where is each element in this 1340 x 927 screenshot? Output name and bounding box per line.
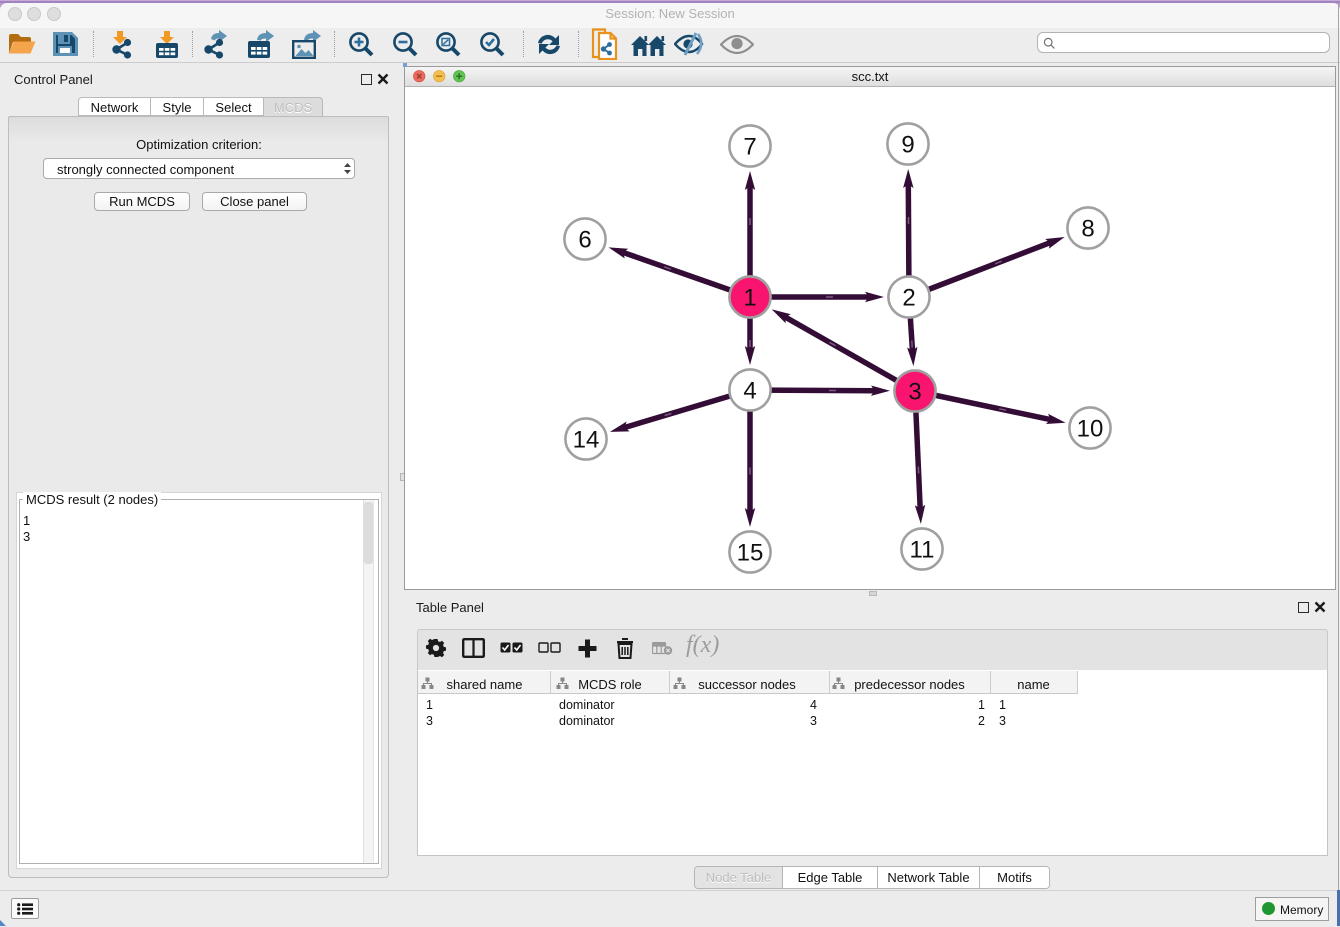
svg-text:14: 14 <box>573 427 600 454</box>
svg-text:8: 8 <box>1081 216 1094 243</box>
svg-text:4: 4 <box>743 378 756 405</box>
svg-text:2: 2 <box>902 285 915 312</box>
svg-text:6: 6 <box>578 227 591 254</box>
svg-text:15: 15 <box>737 540 764 567</box>
svg-text:1: 1 <box>743 285 756 312</box>
svg-text:11: 11 <box>910 537 935 564</box>
svg-text:9: 9 <box>901 132 914 159</box>
svg-text:7: 7 <box>743 134 756 161</box>
svg-text:10: 10 <box>1077 416 1104 443</box>
svg-text:3: 3 <box>908 379 921 406</box>
